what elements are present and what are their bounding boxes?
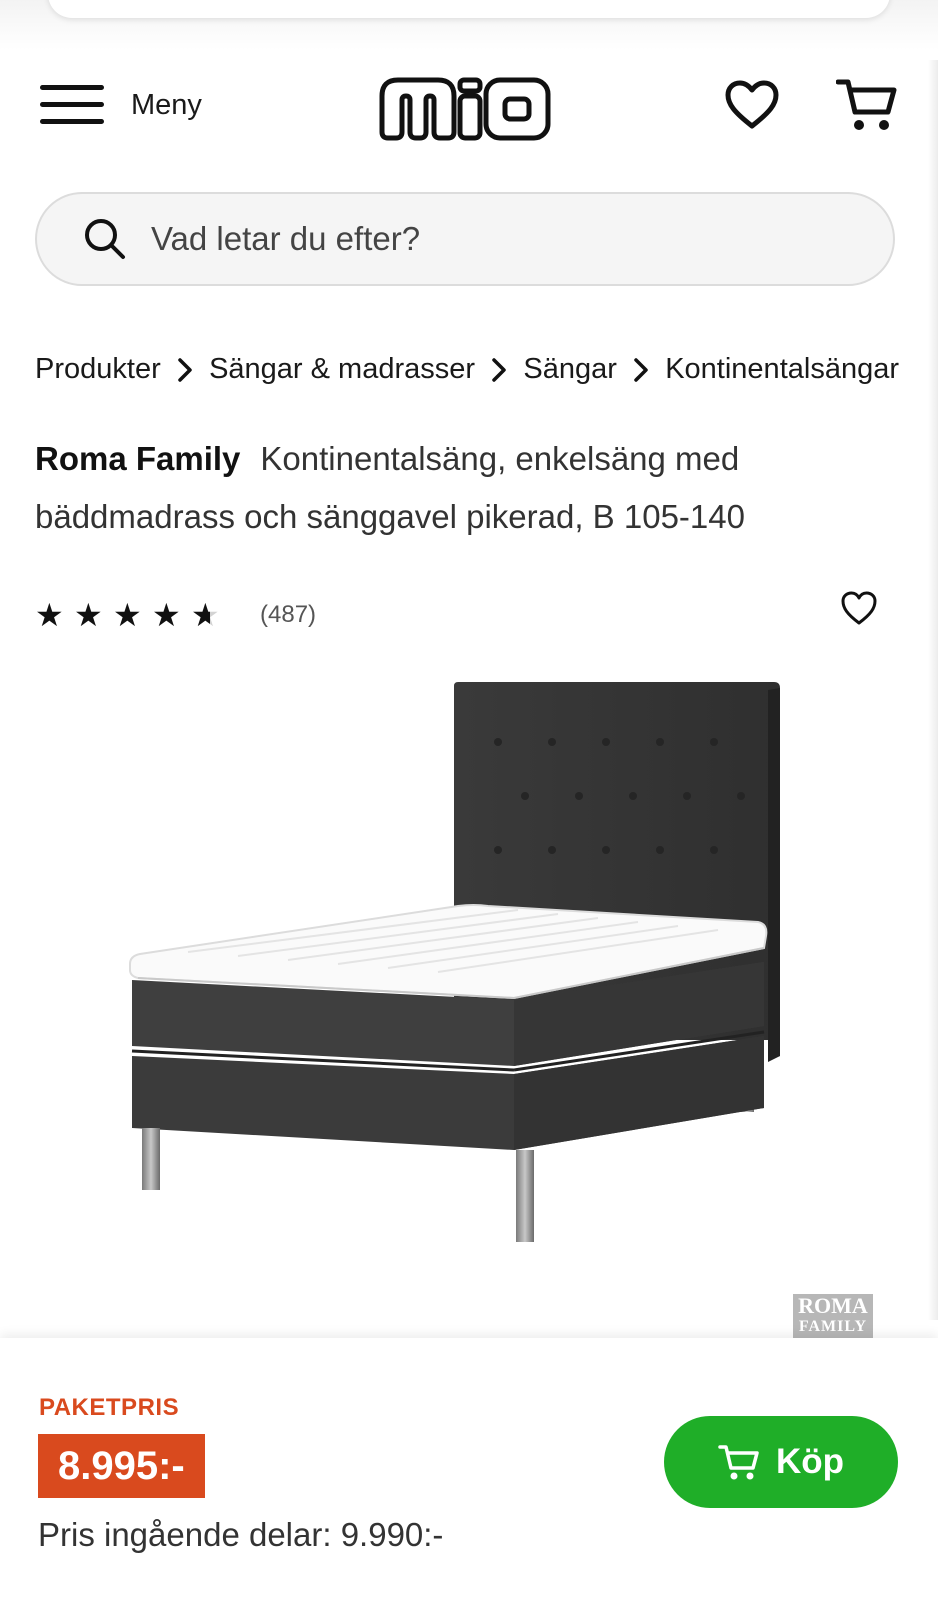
star-icon: ★ ★ (74, 597, 103, 633)
breadcrumb-item-kontinentalsangar[interactable]: Kontinentalsängar (665, 353, 899, 386)
menu-label: Meny (131, 88, 202, 121)
product-title: Roma Family Kontinentalsäng, enkelsäng me… (35, 430, 825, 546)
parts-price: Pris ingående delar: 9.990:- (38, 1516, 444, 1553)
buy-label: Köp (775, 1442, 845, 1481)
wishlist-heart-icon[interactable] (724, 80, 780, 130)
product-brand: Roma Family (35, 440, 241, 477)
breadcrumb-item-sangar[interactable]: Sängar (523, 353, 617, 386)
cart-icon (718, 1445, 759, 1480)
mio-logo[interactable]: mio (378, 66, 552, 146)
search-bar[interactable] (35, 192, 895, 286)
browser-address-pill (48, 0, 890, 18)
brand-watermark: ROMA FAMILY (793, 1294, 873, 1338)
rating-stars: ★ ★ ★ ★ ★ ★ ★ ★ ★ ★ (35, 597, 230, 633)
menu-button[interactable]: Meny (40, 82, 202, 128)
package-price-label: PAKETPRIS (39, 1394, 180, 1421)
price-badge: 8.995:- (38, 1434, 205, 1498)
chevron-right-icon (475, 353, 523, 386)
watermark-line-1: ROMA (798, 1294, 868, 1318)
search-input[interactable] (151, 220, 831, 258)
star-icon: ★ ★ (152, 597, 181, 633)
cart-icon[interactable] (836, 76, 898, 134)
star-icon: ★ ★ (191, 597, 220, 633)
hamburger-icon (40, 82, 104, 128)
chevron-right-icon (161, 353, 209, 386)
rating[interactable]: ★ ★ ★ ★ ★ ★ ★ ★ ★ ★ (487) (35, 597, 317, 633)
star-icon: ★ ★ (35, 597, 64, 633)
scroll-edge-shadow (928, 60, 938, 1320)
breadcrumb: Produkter Sängar & madrasser Sängar Kont… (35, 344, 899, 394)
star-icon: ★ ★ (113, 597, 142, 633)
breadcrumb-item-sangar-madrasser[interactable]: Sängar & madrasser (209, 353, 475, 386)
review-count: (487) (260, 601, 317, 628)
favorite-heart-icon[interactable] (840, 590, 878, 626)
breadcrumb-item-produkter[interactable]: Produkter (35, 353, 161, 386)
chevron-right-icon (617, 353, 665, 386)
watermark-line-2: FAMILY (798, 1318, 868, 1335)
buy-button[interactable]: Köp (664, 1416, 898, 1508)
purchase-bar: PAKETPRIS 8.995:- Pris ingående delar: 9… (0, 1338, 938, 1600)
search-icon (85, 219, 125, 259)
product-image[interactable] (128, 680, 788, 1270)
